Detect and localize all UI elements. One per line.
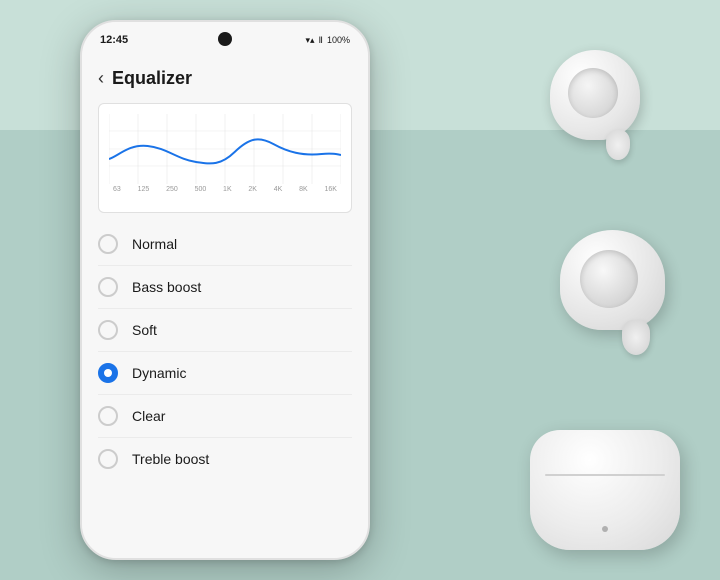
radio-soft — [98, 320, 118, 340]
eq-option-dynamic[interactable]: Dynamic — [98, 352, 352, 395]
back-button[interactable]: ‹ — [98, 68, 104, 89]
eq-option-normal[interactable]: Normal — [98, 223, 352, 266]
radio-clear — [98, 406, 118, 426]
earbud-mid-right — [560, 230, 690, 385]
eq-option-clear[interactable]: Clear — [98, 395, 352, 438]
radio-normal — [98, 234, 118, 254]
freq-2k: 2K — [248, 186, 257, 193]
screen-header: ‹ Equalizer — [82, 58, 368, 97]
earbud-body-mid — [560, 230, 665, 330]
label-normal: Normal — [132, 236, 177, 252]
label-bass-boost: Bass boost — [132, 279, 201, 295]
label-treble-boost: Treble boost — [132, 451, 209, 467]
freq-16k: 16K — [324, 186, 336, 193]
label-clear: Clear — [132, 408, 165, 424]
freq-125: 125 — [138, 186, 150, 193]
status-time: 12:45 — [100, 34, 128, 46]
eq-option-soft[interactable]: Soft — [98, 309, 352, 352]
freq-63: 63 — [113, 186, 121, 193]
chart-area — [109, 114, 341, 184]
signal-bars: Ⅱ — [319, 35, 323, 46]
earbud-tip-top — [606, 130, 630, 160]
status-bar: 12:45 ▾▴ Ⅱ 100% — [82, 22, 368, 58]
earbud-body-top — [550, 50, 640, 140]
wifi-icon: ▾▴ — [305, 35, 314, 46]
earbuds-case — [530, 430, 680, 560]
freq-1k: 1K — [223, 186, 232, 193]
case-body — [530, 430, 680, 550]
radio-bass-boost — [98, 277, 118, 297]
equalizer-chart: 63 125 250 500 1K 2K 4K 8K 16K — [98, 103, 352, 213]
earbud-top-right — [550, 50, 660, 170]
case-indicator-dot — [602, 526, 608, 532]
status-icons: ▾▴ Ⅱ 100% — [305, 35, 350, 46]
label-soft: Soft — [132, 322, 157, 338]
eq-option-bass-boost[interactable]: Bass boost — [98, 266, 352, 309]
radio-dynamic — [98, 363, 118, 383]
freq-8k: 8K — [299, 186, 308, 193]
eq-option-treble-boost[interactable]: Treble boost — [98, 438, 352, 480]
phone-notch — [218, 32, 232, 46]
freq-500: 500 — [195, 186, 207, 193]
freq-4k: 4K — [274, 186, 283, 193]
eq-curve-svg — [109, 114, 341, 184]
radio-inner-dynamic — [104, 369, 112, 377]
earbud-tip-mid — [622, 320, 650, 355]
page-title: Equalizer — [112, 68, 192, 89]
label-dynamic: Dynamic — [132, 365, 186, 381]
battery-indicator: 100% — [327, 35, 350, 45]
case-seam-line — [545, 474, 665, 476]
freq-labels: 63 125 250 500 1K 2K 4K 8K 16K — [109, 184, 341, 193]
phone-screen: ‹ Equalizer — [82, 58, 368, 558]
eq-options-list: Normal Bass boost Soft Dyn — [82, 223, 368, 480]
radio-treble-boost — [98, 449, 118, 469]
freq-250: 250 — [166, 186, 178, 193]
phone-device: 12:45 ▾▴ Ⅱ 100% ‹ Equalizer — [80, 20, 370, 560]
